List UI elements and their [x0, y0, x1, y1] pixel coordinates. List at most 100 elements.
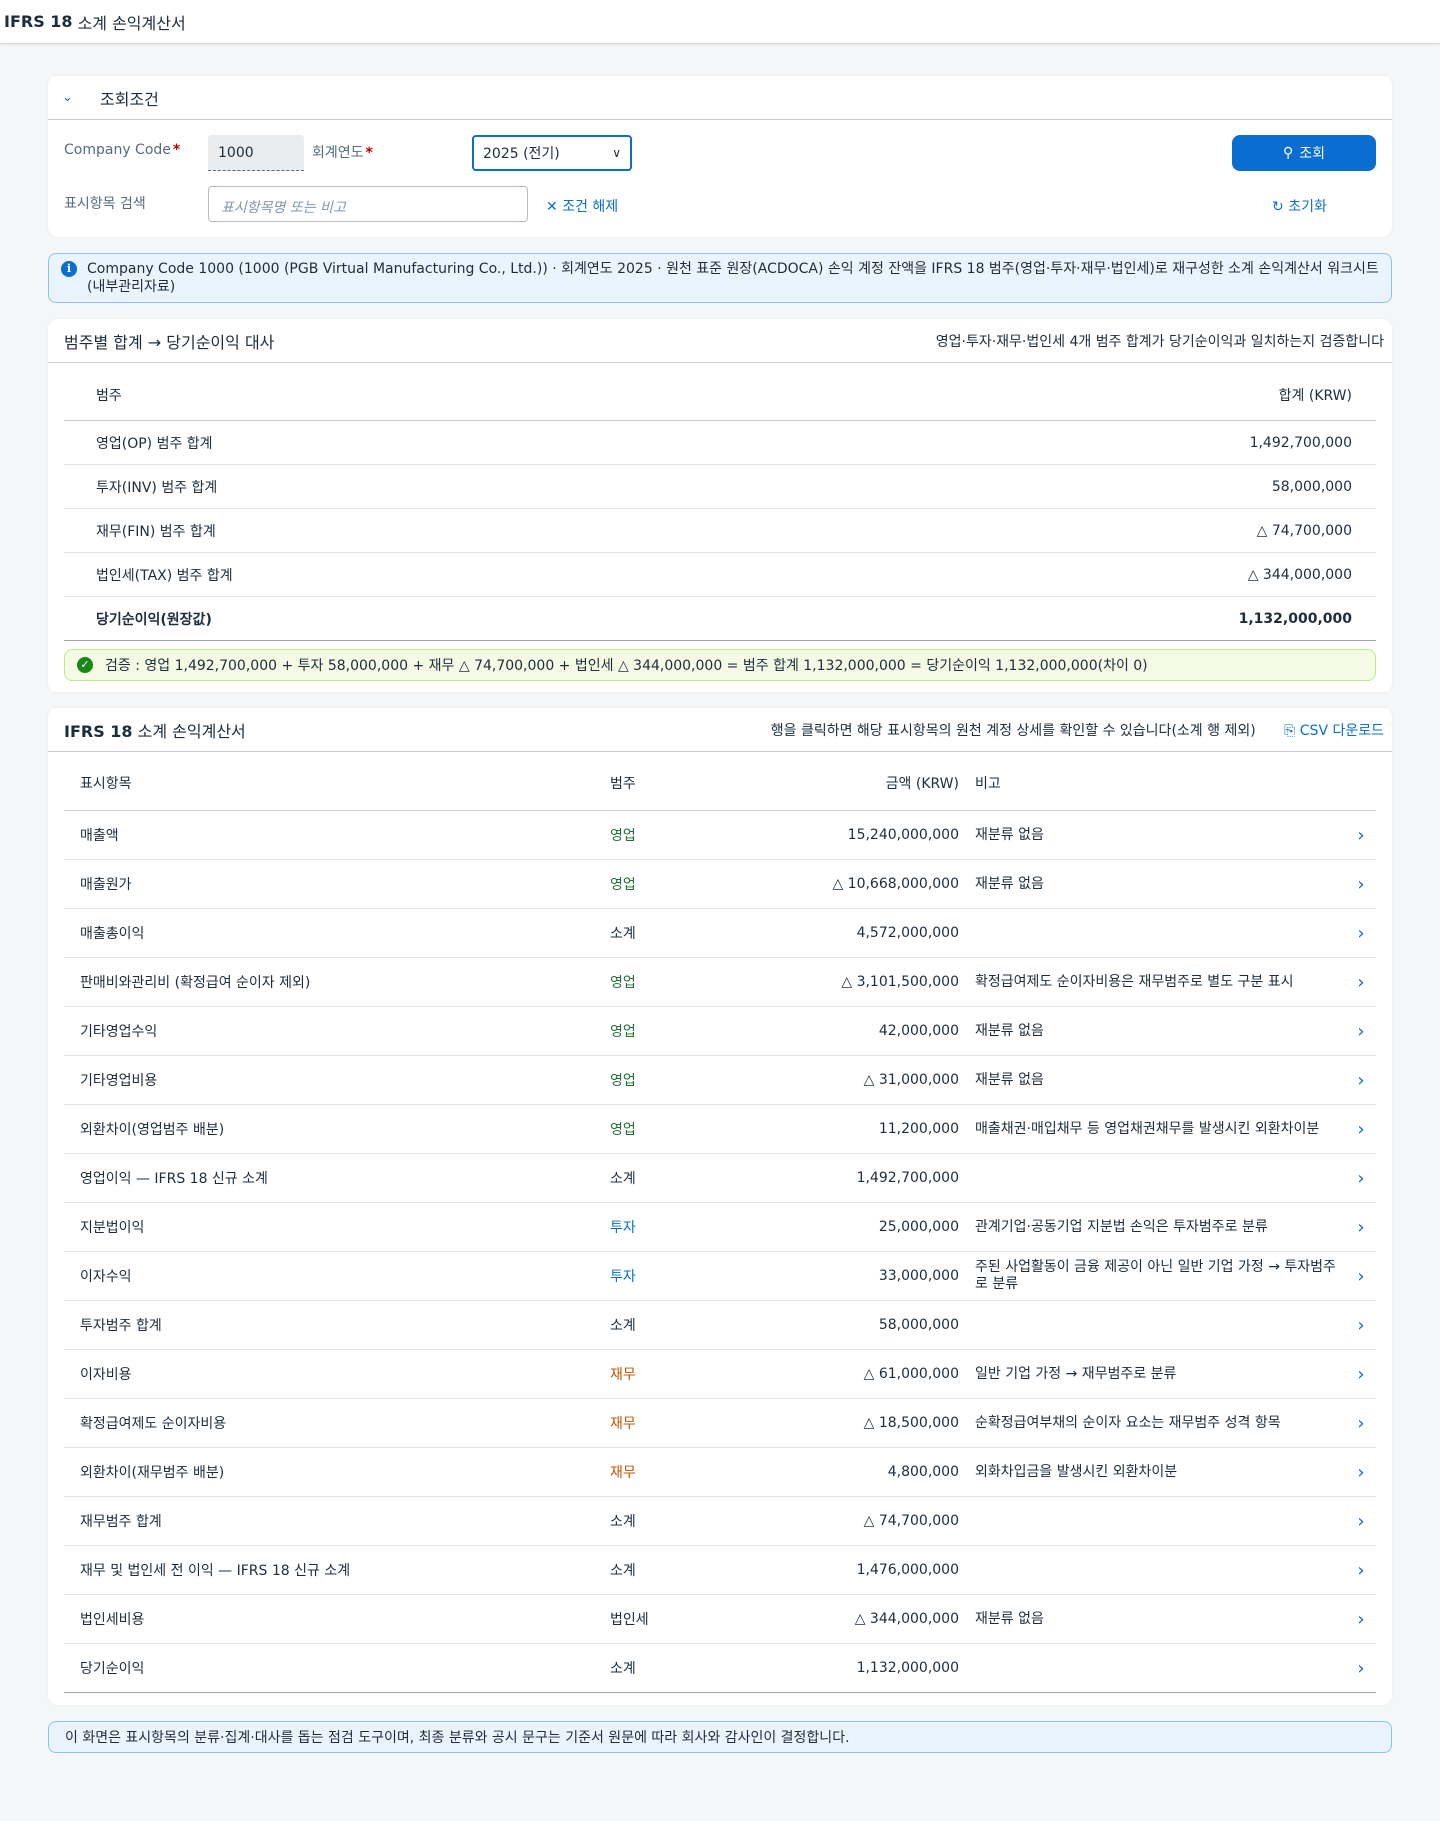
amount-value: 1,476,000,000	[856, 1562, 959, 1578]
clear-conditions-link[interactable]: ✕ 조건 해제	[546, 196, 618, 216]
table-row: 재무(FIN) 범주 합계 △ 74,700,000	[64, 509, 1376, 553]
table-row[interactable]: 이자비용 재무 △ 61,000,000 일반 기업 가정 → 재무범주로 분류 ›	[64, 1350, 1376, 1399]
filter-bar: ⌄ 조회조건 Company Code * 1000 회계연도 * 2025 (전기…	[48, 76, 1392, 237]
company-code-input[interactable]: 1000	[208, 135, 304, 171]
table-row[interactable]: 외환차이(영업범주 배분) 영업 11,200,000 매출채권·매입채무 등 영업채…	[64, 1105, 1376, 1154]
search-icon: ⚲	[1282, 145, 1294, 161]
category-section-title: 범주별 합계 → 당기순이익 대사	[64, 332, 275, 352]
note-text: 외화차입금을 발생시킨 외환차이분	[975, 1463, 1178, 1480]
category-label: 영업	[610, 975, 636, 991]
reset-icon: ↻	[1272, 199, 1284, 215]
category-label: 영업	[610, 1073, 636, 1089]
item-label: 영업이익 — IFRS 18 신규 소계	[80, 1171, 268, 1187]
category-section-header: 범주별 합계 → 당기순이익 대사 영업·투자·재무·법인세 4개 범주 합계가…	[48, 319, 1392, 363]
table-row[interactable]: 법인세비용 법인세 △ 344,000,000 재분류 없음 ›	[64, 1595, 1376, 1644]
chevron-right-icon[interactable]: ›	[1346, 1413, 1376, 1434]
fiscal-year-select[interactable]: 2025 (전기) ∨	[472, 135, 632, 171]
search-label: 표시항목 검색	[64, 196, 146, 212]
search-input[interactable]: 표시항목명 또는 비고	[208, 186, 528, 222]
chevron-right-icon[interactable]: ›	[1346, 1511, 1376, 1532]
note-text: 재분류 없음	[975, 875, 1044, 892]
item-label: 판매비와관리비 (확정급여 순이자 제외)	[80, 975, 311, 991]
statement-title: IFRS 18 소계 손익계산서	[64, 721, 246, 741]
footnote-text: 이 화면은 표시항목의 분류·집계·대사를 돕는 점검 도구이며, 최종 분류와…	[65, 1730, 850, 1746]
table-row[interactable]: 확정급여제도 순이자비용 재무 △ 18,500,000 순확정급여부채의 순이자 요…	[64, 1399, 1376, 1448]
filter-header[interactable]: ⌄ 조회조건	[48, 76, 1392, 120]
item-label: 기타영업수익	[80, 1024, 158, 1040]
col-item: 표시항목	[80, 776, 132, 792]
chevron-right-icon[interactable]: ›	[1346, 1119, 1376, 1140]
export-icon: ⎘	[1284, 722, 1296, 739]
category-label: 소계	[610, 1171, 636, 1187]
category-label: 투자	[610, 1220, 636, 1236]
category-section-subtitle: 영업·투자·재무·법인세 4개 범주 합계가 당기순이익과 일치하는지 검증합니…	[935, 333, 1384, 350]
chevron-right-icon[interactable]: ›	[1346, 972, 1376, 993]
category-label: 소계	[610, 1318, 636, 1334]
csv-download-button[interactable]: ⎘ CSV 다운로드	[1284, 723, 1384, 739]
table-row[interactable]: 투자범주 합계 소계 58,000,000 ›	[64, 1301, 1376, 1350]
table-row[interactable]: 재무 및 법인세 전 이익 — IFRS 18 신규 소계 소계 1,476,000…	[64, 1546, 1376, 1595]
chevron-right-icon[interactable]: ›	[1346, 1168, 1376, 1189]
chevron-right-icon[interactable]: ›	[1346, 1217, 1376, 1238]
table-row[interactable]: 이자수익 투자 33,000,000 주된 사업활동이 금융 제공이 아닌 일반 기업…	[64, 1252, 1376, 1301]
note-text: 순확정급여부채의 순이자 요소는 재무범주 성격 항목	[975, 1414, 1281, 1431]
col-total: 합계 (KRW)	[1278, 387, 1352, 404]
category-label: 영업	[610, 1024, 636, 1040]
table-row[interactable]: 재무범주 합계 소계 △ 74,700,000 ›	[64, 1497, 1376, 1546]
amount-value: 4,572,000,000	[856, 925, 959, 941]
table-row[interactable]: 지분법이익 투자 25,000,000 관계기업·공동기업 지분법 손익은 투자범주로…	[64, 1203, 1376, 1252]
item-label: 투자범주 합계	[80, 1318, 162, 1334]
statement-table-body: 매출액 영업 15,240,000,000 재분류 없음 › 매출원가 영업 △ 10,668…	[48, 811, 1392, 1693]
category-label: 법인세	[610, 1612, 649, 1628]
chevron-right-icon[interactable]: ›	[1346, 1021, 1376, 1042]
chevron-right-icon[interactable]: ›	[1346, 1658, 1376, 1679]
go-button[interactable]: ⚲ 조회	[1232, 135, 1376, 171]
item-label: 외환차이(영업범주 배분)	[80, 1122, 225, 1138]
chevron-right-icon[interactable]: ›	[1346, 825, 1376, 846]
chevron-right-icon[interactable]: ›	[1346, 1070, 1376, 1091]
table-row[interactable]: 외환차이(재무범주 배분) 재무 4,800,000 외화차입금을 발생시킨 외환차이…	[64, 1448, 1376, 1497]
item-label: 당기순이익	[80, 1661, 145, 1677]
col-category: 범주	[610, 776, 636, 792]
chevron-right-icon[interactable]: ›	[1346, 874, 1376, 895]
category-label: 재무	[610, 1416, 636, 1432]
table-row[interactable]: 매출총이익 소계 4,572,000,000 ›	[64, 909, 1376, 958]
amount-value: 33,000,000	[878, 1268, 959, 1284]
chevron-down-icon: ∨	[612, 146, 621, 160]
amount-value: 11,200,000	[878, 1121, 959, 1137]
chevron-down-icon[interactable]: ⌄	[62, 90, 86, 105]
table-row[interactable]: 판매비와관리비 (확정급여 순이자 제외) 영업 △ 3,101,500,000 확정…	[64, 958, 1376, 1007]
item-label: 외환차이(재무범주 배분)	[80, 1465, 225, 1481]
chevron-right-icon[interactable]: ›	[1346, 1364, 1376, 1385]
chevron-right-icon[interactable]: ›	[1346, 1462, 1376, 1483]
statement-hint: 행을 클릭하면 해당 표시항목의 원천 계정 상세를 확인할 수 있습니다(소계…	[770, 722, 1256, 739]
note-text: 재분류 없음	[975, 1610, 1044, 1627]
table-row[interactable]: 기타영업수익 영업 42,000,000 재분류 없음 ›	[64, 1007, 1376, 1056]
category-label: 투자	[610, 1269, 636, 1285]
close-icon: ✕	[546, 199, 558, 215]
info-text: Company Code 1000 (1000 (PGB Virtual Man…	[87, 261, 1379, 295]
chevron-right-icon[interactable]: ›	[1346, 1266, 1376, 1287]
note-text: 주된 사업활동이 금융 제공이 아닌 일반 기업 가정 → 투자범주로 분류	[975, 1259, 1336, 1292]
category-label: 소계	[610, 926, 636, 942]
category-table-header: 범주 합계 (KRW)	[64, 363, 1376, 421]
category-label: 소계	[610, 1661, 636, 1677]
table-row[interactable]: 당기순이익 소계 1,132,000,000 ›	[64, 1644, 1376, 1693]
note-text: 재분류 없음	[975, 1071, 1044, 1088]
fiscal-year-value: 2025 (전기)	[483, 146, 560, 162]
item-label: 기타영업비용	[80, 1073, 158, 1089]
table-row[interactable]: 매출액 영업 15,240,000,000 재분류 없음 ›	[64, 811, 1376, 860]
table-row[interactable]: 매출원가 영업 △ 10,668,000,000 재분류 없음 ›	[64, 860, 1376, 909]
net-income-total-row: 당기순이익(원장값) 1,132,000,000	[64, 597, 1376, 641]
table-row[interactable]: 기타영업비용 영업 △ 31,000,000 재분류 없음 ›	[64, 1056, 1376, 1105]
chevron-right-icon[interactable]: ›	[1346, 1609, 1376, 1630]
chevron-right-icon[interactable]: ›	[1346, 1560, 1376, 1581]
reset-button[interactable]: ↻ 초기화	[1272, 196, 1327, 216]
table-row[interactable]: 영업이익 — IFRS 18 신규 소계 소계 1,492,700,000 ›	[64, 1154, 1376, 1203]
validation-message: ✓ 검증 : 영업 1,492,700,000 + 투자 58,000,000 …	[64, 649, 1376, 681]
chevron-right-icon[interactable]: ›	[1346, 1315, 1376, 1336]
chevron-right-icon[interactable]: ›	[1346, 923, 1376, 944]
item-label: 매출액	[80, 828, 119, 844]
checkmark-icon: ✓	[77, 657, 93, 673]
category-table: 범주 합계 (KRW) 영업(OP) 범주 합계 1,492,700,000 투자…	[64, 363, 1376, 641]
